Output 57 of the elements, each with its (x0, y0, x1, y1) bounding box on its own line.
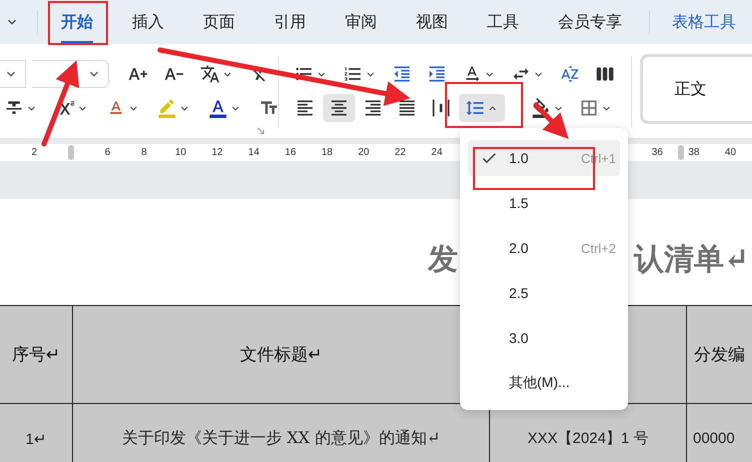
column-header: 序号↵ (0, 306, 73, 404)
align-right-icon (363, 98, 383, 118)
justify-icon (397, 98, 417, 118)
distribute-icon (431, 98, 451, 118)
table-cell: XXX【2024】1 号 (490, 404, 687, 462)
shortcut-label: Ctrl+2 (580, 240, 616, 256)
ruler-number: 38 (688, 147, 700, 158)
ruler-number: 6 (104, 147, 110, 158)
ribbon-tab[interactable]: 引用 (274, 0, 306, 44)
ruler-number: 14 (248, 147, 260, 158)
font-color-icon (208, 98, 228, 118)
indent-marker[interactable] (678, 145, 684, 160)
ruler-number: 36 (652, 147, 663, 158)
font-size-field[interactable] (32, 60, 109, 88)
phonetic-icon (200, 64, 220, 84)
dialog-launcher-icon[interactable] (256, 126, 266, 136)
column-header: 分发编 (687, 306, 752, 404)
ruler-number: 18 (321, 147, 333, 158)
ruler-number: 22 (394, 147, 406, 158)
ruler-number: 2 (32, 147, 38, 158)
menu-item[interactable]: 1.5 (468, 185, 620, 221)
align-left-icon (295, 98, 315, 118)
highlight-frame (48, 1, 108, 45)
ribbon-tab[interactable]: 工具 (487, 0, 519, 44)
ruler-number: 24 (431, 147, 442, 158)
table-cell: 00000 (687, 404, 752, 462)
document-title: 认清单↵ (634, 241, 750, 279)
line-spacing-icon (465, 98, 485, 118)
ribbon-tab[interactable]: 页面 (203, 0, 235, 44)
ribbon-tab[interactable]: 视图 (416, 0, 448, 44)
font-name-field[interactable] (0, 60, 26, 88)
indent-icon (427, 64, 447, 84)
table-cell: 关于印发《关于进一步 XX 的意见》的通知↵ (73, 404, 490, 462)
line-spacing-button[interactable] (459, 94, 505, 122)
menu-item[interactable]: 2.0 Ctrl+2 (468, 230, 620, 266)
ribbon-tab[interactable]: 插入 (132, 0, 164, 44)
ruler-number: 10 (175, 147, 186, 158)
align-center-button[interactable] (323, 94, 355, 122)
annotation-arrow (534, 102, 569, 140)
ribbon-tab[interactable]: 审阅 (345, 0, 377, 44)
ribbon-tab[interactable]: 表格工具 (672, 12, 736, 32)
sort-icon (560, 64, 580, 84)
style-gallery-item[interactable]: 正文 (640, 54, 752, 124)
document-title: 发 (428, 241, 458, 279)
highlight-icon (157, 98, 177, 118)
ruler-number: 20 (358, 147, 370, 158)
align-center-icon (329, 98, 349, 118)
ruler-number: 40 (724, 147, 736, 158)
ribbon-tab[interactable]: 会员专享 (558, 0, 622, 44)
ruler-number: 12 (212, 147, 223, 158)
borders-icon (579, 98, 599, 118)
ruler-number: 8 (141, 147, 147, 158)
shading-icon (531, 98, 551, 118)
outdent-icon (392, 64, 412, 84)
indent-marker[interactable] (68, 145, 74, 160)
ruler-number: 16 (284, 147, 296, 158)
table-cell: 1↵ (0, 404, 73, 462)
